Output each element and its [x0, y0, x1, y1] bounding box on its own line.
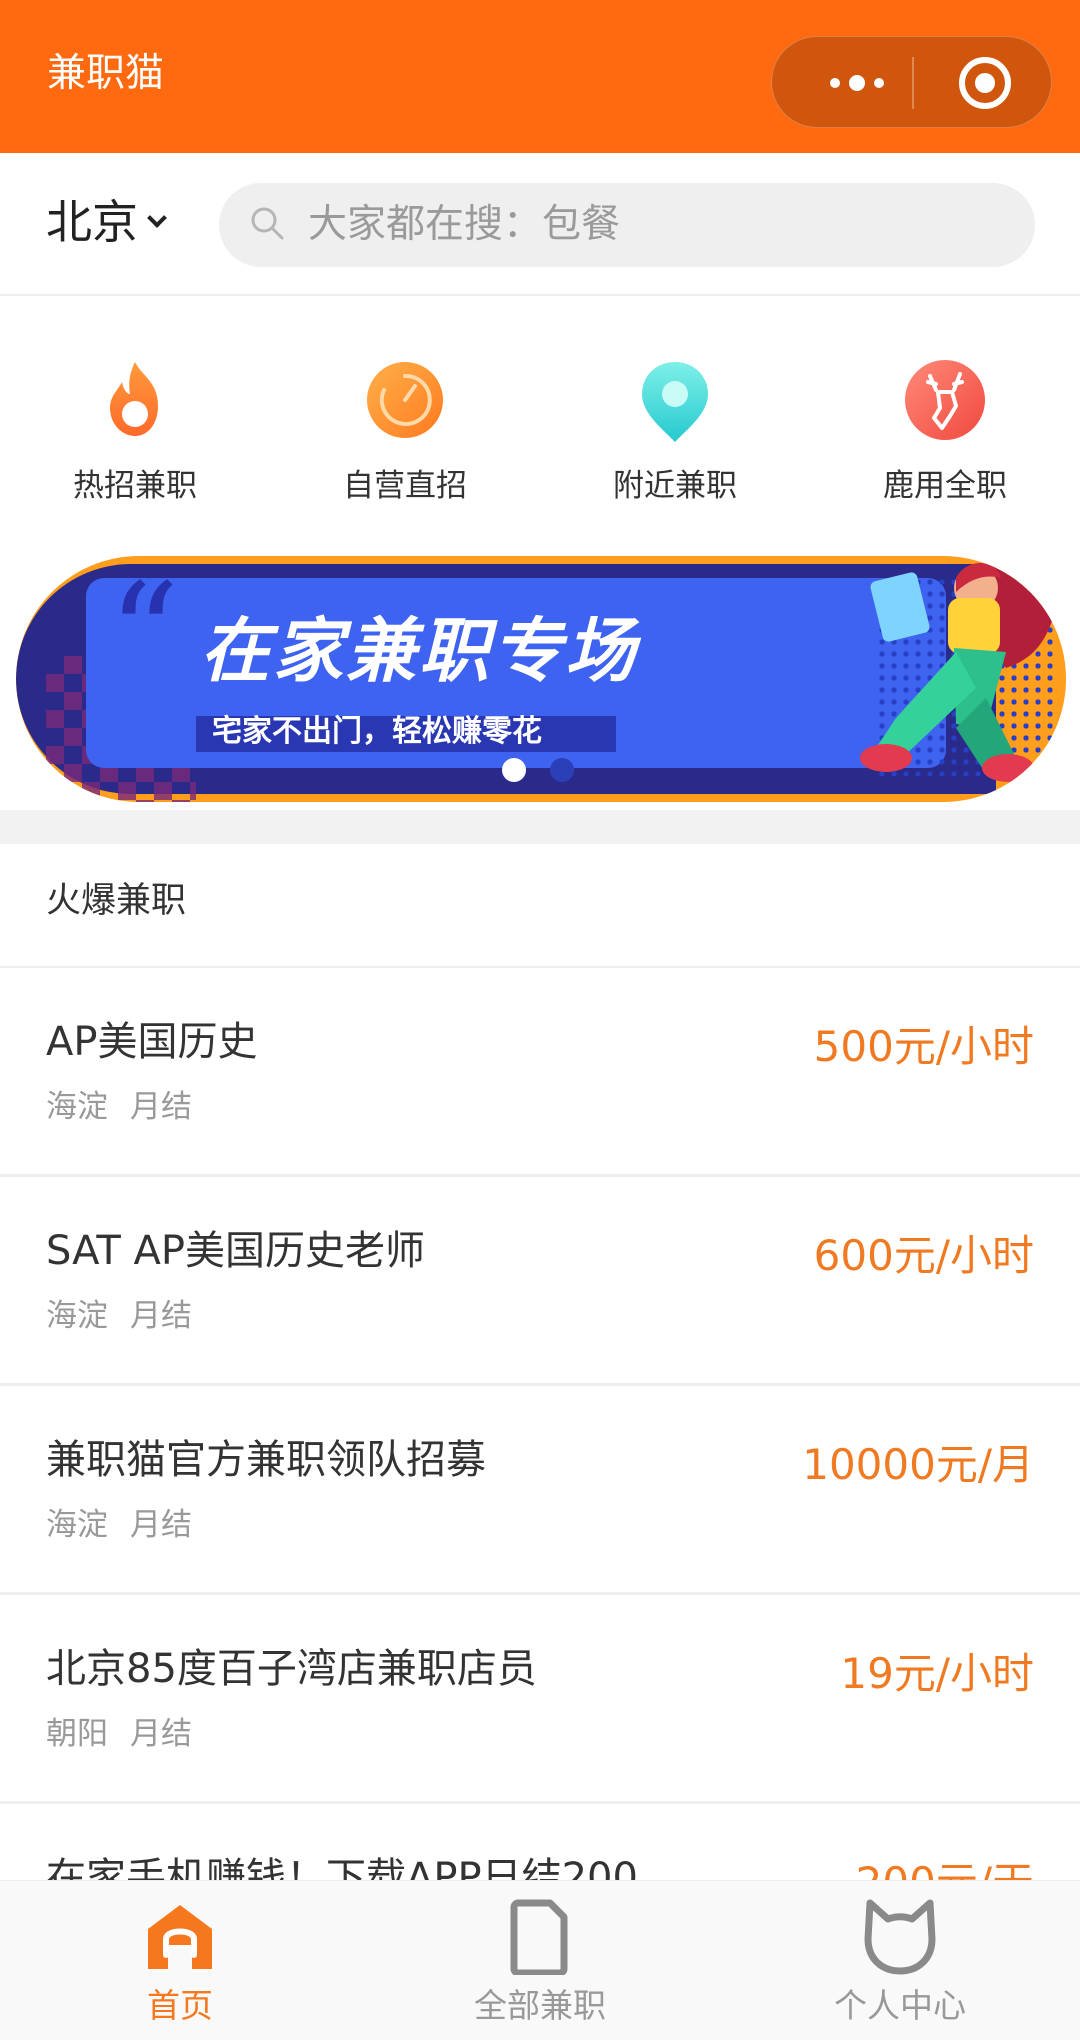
section-divider	[0, 810, 1080, 844]
city-label: 北京	[46, 195, 138, 249]
document-icon	[510, 1899, 568, 1977]
job-title: SAT AP美国历史老师	[46, 1228, 426, 1274]
category-shortcuts: 热招兼职 自营直招 附近兼职 鹿用全职	[0, 296, 1080, 546]
job-payment: 月结	[130, 1089, 192, 1125]
job-price: 19元/小时	[840, 1649, 1034, 1698]
tab-label: 全部兼职	[474, 1986, 606, 2025]
job-meta: 海淀 月结	[46, 1301, 192, 1332]
search-icon	[251, 207, 284, 240]
carousel-dot-active[interactable]	[502, 758, 526, 782]
search-input[interactable]: 大家都在搜：包餐	[219, 183, 1035, 267]
quote-mark-icon: “	[108, 556, 180, 717]
city-selector[interactable]: 北京	[46, 195, 167, 249]
job-price: 10000元/月	[802, 1440, 1034, 1489]
job-district: 海淀	[46, 1507, 108, 1543]
job-meta: 海淀 月结	[46, 1510, 192, 1541]
cat-face-icon	[864, 1899, 936, 1975]
banner-subtitle: 宅家不出门，轻松赚零花	[212, 714, 542, 749]
app-header: 兼职猫	[0, 0, 1080, 153]
search-placeholder: 大家都在搜：包餐	[308, 202, 621, 247]
job-district: 朝阳	[46, 1716, 108, 1752]
category-label: 自营直招	[343, 468, 467, 504]
close-target-icon[interactable]	[959, 57, 1011, 109]
tab-label: 首页	[147, 1986, 213, 2025]
category-self-recruit[interactable]: 自营直招	[305, 356, 505, 505]
job-price: 600元/小时	[813, 1231, 1034, 1280]
job-meta: 朝阳 月结	[46, 1719, 192, 1750]
job-list-item[interactable]: 北京85度百子湾店兼职店员 朝阳 月结 19元/小时	[0, 1595, 1080, 1804]
capsule-divider	[912, 57, 914, 109]
job-title: 北京85度百子湾店兼职店员	[46, 1646, 537, 1692]
mini-program-capsule	[771, 36, 1052, 128]
category-label: 热招兼职	[73, 468, 197, 504]
promo-banner[interactable]: “ 在家兼职专场 宅家不出门，轻松赚零花	[16, 556, 1066, 802]
job-payment: 月结	[130, 1716, 192, 1752]
timer-icon	[367, 362, 443, 438]
category-label: 鹿用全职	[883, 468, 1007, 504]
category-label: 附近兼职	[613, 468, 737, 504]
search-bar-row: 北京 大家都在搜：包餐	[0, 153, 1080, 296]
job-meta: 海淀 月结	[46, 1092, 192, 1123]
category-nearby[interactable]: 附近兼职	[575, 356, 775, 505]
banner-title: 在家兼职专场	[200, 610, 638, 692]
more-options-icon[interactable]	[812, 37, 902, 129]
section-title: 火爆兼职	[46, 881, 187, 921]
home-icon	[148, 1905, 212, 1969]
fire-icon	[110, 362, 158, 436]
job-list-item[interactable]: AP美国历史 海淀 月结 500元/小时	[0, 968, 1080, 1177]
tab-home[interactable]: 首页	[70, 1899, 290, 2022]
tab-profile[interactable]: 个人中心	[790, 1899, 1010, 2022]
chevron-down-icon	[147, 208, 167, 228]
job-title: 兼职猫官方兼职领队招募	[46, 1437, 486, 1483]
job-title: AP美国历史	[46, 1019, 258, 1065]
job-payment: 月结	[130, 1507, 192, 1543]
job-district: 海淀	[46, 1298, 108, 1334]
category-hot-jobs[interactable]: 热招兼职	[35, 356, 235, 505]
job-payment: 月结	[130, 1298, 192, 1334]
carousel-dot[interactable]	[550, 758, 574, 782]
tab-all-jobs[interactable]: 全部兼职	[430, 1899, 650, 2022]
location-pin-icon	[642, 362, 708, 442]
job-district: 海淀	[46, 1089, 108, 1125]
job-price: 500元/小时	[813, 1022, 1034, 1071]
tab-label: 个人中心	[834, 1986, 966, 2025]
job-list-item[interactable]: 兼职猫官方兼职领队招募 海淀 月结 10000元/月	[0, 1386, 1080, 1595]
woman-reading-illustration	[860, 560, 1058, 782]
app-title: 兼职猫	[47, 51, 165, 96]
job-list-item[interactable]: SAT AP美国历史老师 海淀 月结 600元/小时	[0, 1177, 1080, 1386]
category-fulltime[interactable]: 鹿用全职	[845, 356, 1045, 505]
bottom-tab-bar: 首页 全部兼职 个人中心	[0, 1880, 1080, 2040]
deer-icon	[905, 360, 985, 440]
